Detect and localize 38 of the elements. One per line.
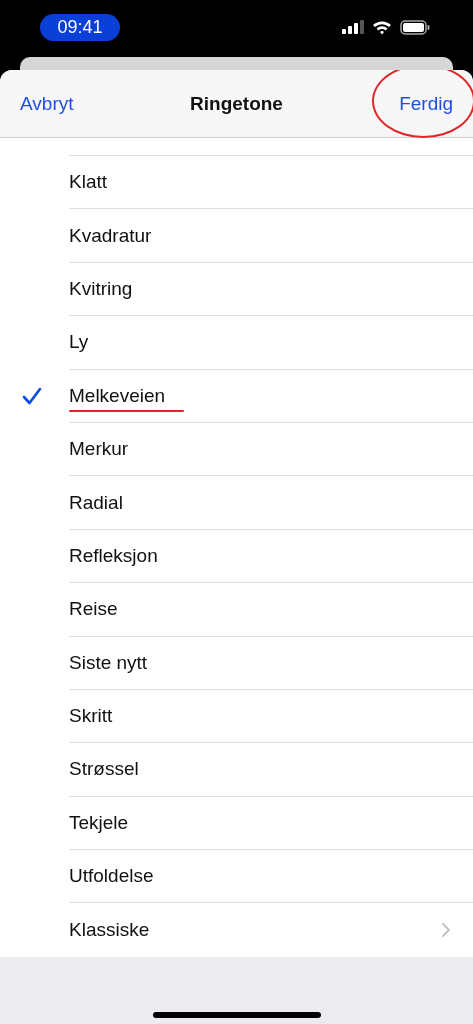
ringtone-name: Siste nytt — [69, 651, 148, 674]
ringtone-row[interactable]: Skritt — [0, 689, 473, 744]
ringtone-name: Strøssel — [69, 758, 139, 781]
ringtone-category-row[interactable]: Klassiske — [0, 903, 473, 957]
ringtone-row[interactable]: Ly — [0, 316, 473, 370]
ringtone-row[interactable]: Tekjele — [0, 796, 473, 851]
ringtone-row[interactable]: Merkur — [0, 422, 473, 477]
cancel-button[interactable]: Avbryt — [20, 92, 74, 115]
ringtone-name: Skritt — [69, 705, 113, 728]
battery-icon — [400, 19, 430, 35]
ringtone-row[interactable]: Utfoldelse — [0, 850, 473, 904]
ringtone-name: Merkur — [69, 438, 129, 461]
status-time: 09:41 — [40, 13, 120, 41]
ringtone-row[interactable]: Kvadratur — [0, 209, 473, 263]
ringtone-row[interactable]: Klatt — [0, 156, 473, 210]
ringtone-name: Klatt — [69, 171, 108, 194]
ringtone-row[interactable]: Radial — [0, 476, 473, 530]
signal-icon — [342, 20, 364, 34]
ringtone-row[interactable]: Reise — [0, 583, 473, 637]
ringtone-row[interactable]: Strøssel — [0, 743, 473, 797]
ringtone-name: Kvitring — [69, 277, 133, 300]
ringtone-row[interactable]: Refleksjon — [0, 529, 473, 584]
ringtone-row[interactable]: Siste nytt — [0, 636, 473, 690]
chevron-icon — [441, 922, 451, 939]
ringtone-name: Reise — [69, 598, 118, 621]
ringtone-row[interactable]: Melkeveien — [0, 369, 473, 423]
ringtone-name: Utfoldelse — [69, 865, 154, 888]
screen-title: Ringetone — [190, 92, 283, 115]
done-button[interactable]: Ferdig — [399, 92, 453, 115]
ringtone-name: Tekjele — [69, 811, 129, 834]
ringtone-name: Ly — [69, 331, 89, 354]
ringtone-name: Refleksjon — [69, 544, 158, 567]
ringtone-row[interactable]: Kvitring — [0, 262, 473, 317]
ringtone-name: Klassiske — [69, 919, 150, 942]
ringtone-name: Kvadratur — [69, 224, 152, 247]
ringtone-name: Melkeveien — [69, 384, 166, 407]
wifi-icon — [372, 19, 392, 35]
ringtone-name: Radial — [69, 491, 123, 514]
